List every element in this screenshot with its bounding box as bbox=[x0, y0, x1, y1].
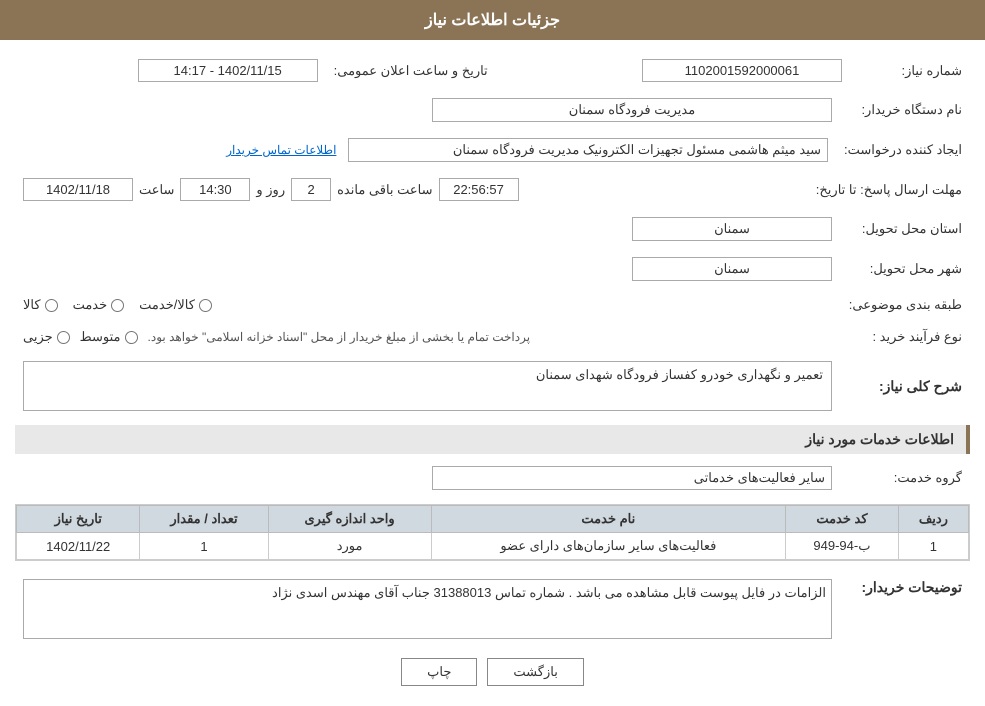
saat-label: ساعت bbox=[139, 182, 174, 198]
col-radif: ردیف bbox=[898, 506, 968, 533]
page-title: جزئیات اطلاعات نیاز bbox=[425, 12, 560, 29]
radio-motavasset[interactable]: متوسط bbox=[80, 329, 138, 345]
services-table: ردیف کد خدمت نام خدمت واحد اندازه گیری ت… bbox=[16, 505, 969, 560]
page-header: جزئیات اطلاعات نیاز bbox=[0, 0, 985, 40]
ostan-label: استان محل تحویل: bbox=[840, 213, 970, 245]
tarikh-elam-value: 1402/11/15 - 14:17 bbox=[138, 59, 318, 82]
khadamat-radio-label: خدمت bbox=[73, 297, 108, 313]
notice-text: پرداخت تمام یا بخشی از مبلغ خریدار از مح… bbox=[148, 330, 531, 344]
sharh-niaz-value: تعمیر و نگهداری خودرو کفساز فرودگاه شهدا… bbox=[536, 367, 823, 382]
baqi-value: 22:56:57 bbox=[439, 178, 519, 201]
kala-radio-label: کالا bbox=[23, 297, 41, 313]
radio-jozei[interactable]: جزیی bbox=[23, 329, 70, 345]
ijad-konande-value: سید میثم هاشمی مسئول تجهیزات الکترونیک م… bbox=[348, 138, 828, 162]
radio-kala[interactable]: کالا bbox=[23, 297, 58, 313]
col-tedad: تعداد / مقدار bbox=[140, 506, 268, 533]
navea-label: نوع فرآیند خرید : bbox=[840, 325, 970, 349]
shomara-niaz-label: شماره نیاز: bbox=[850, 55, 970, 86]
tarikh-value: 1402/11/18 bbox=[23, 178, 133, 201]
rooz-value: 2 bbox=[291, 178, 331, 201]
jozei-label: جزیی bbox=[23, 329, 53, 345]
gorohe-khadamat-label: گروه خدمت: bbox=[840, 462, 970, 494]
chap-button[interactable]: چاپ bbox=[401, 658, 477, 686]
tawzihat-value: الزامات در فایل پیوست قابل مشاهده می باش… bbox=[272, 585, 826, 600]
ijad-konande-link[interactable]: اطلاعات تماس خریدار bbox=[226, 143, 336, 157]
saat-value: 14:30 bbox=[180, 178, 250, 201]
col-tarikh: تاریخ نیاز bbox=[17, 506, 140, 533]
gorohe-khadamat-value: سایر فعالیت‌های خدماتی bbox=[432, 466, 832, 490]
tawzihat-box: الزامات در فایل پیوست قابل مشاهده می باش… bbox=[23, 579, 832, 639]
baqi-label: ساعت باقی مانده bbox=[337, 182, 432, 198]
col-kod: کد خدمت bbox=[786, 506, 899, 533]
tawzihat-label: توضیحات خریدار: bbox=[840, 571, 970, 643]
bazgasht-button[interactable]: بازگشت bbox=[487, 658, 583, 686]
shomara-niaz-value: 1102001592000061 bbox=[642, 59, 842, 82]
khadamat-section-title: اطلاعات خدمات مورد نیاز bbox=[15, 425, 970, 454]
radio-kala-khadamat[interactable]: کالا/خدمت bbox=[139, 297, 212, 313]
sharh-niaz-label: شرح کلی نیاز: bbox=[840, 357, 970, 415]
table-row: 1ب-94-949فعالیت‌های سایر سازمان‌های دارا… bbox=[17, 533, 969, 560]
tarikh-elam-label: تاریخ و ساعت اعلان عمومی: bbox=[326, 55, 508, 86]
radio-khadamat[interactable]: خدمت bbox=[73, 297, 125, 313]
shahr-label: شهر محل تحویل: bbox=[840, 253, 970, 285]
nam-dastgah-label: نام دستگاه خریدار: bbox=[840, 94, 970, 126]
rooz-label: روز و bbox=[256, 182, 285, 198]
ijad-konande-label: ایجاد کننده درخواست: bbox=[836, 134, 970, 166]
button-row: چاپ بازگشت bbox=[15, 658, 970, 686]
kala-khadamat-radio-label: کالا/خدمت bbox=[139, 297, 195, 313]
motavasset-label: متوسط bbox=[80, 329, 121, 345]
col-vahed: واحد اندازه گیری bbox=[268, 506, 431, 533]
tabaqe-label: طبقه بندی موضوعی: bbox=[840, 293, 970, 317]
col-nam: نام خدمت bbox=[431, 506, 785, 533]
mohlat-label: مهلت ارسال پاسخ: تا تاریخ: bbox=[808, 174, 970, 205]
shahr-value: سمنان bbox=[632, 257, 832, 281]
ostan-value: سمنان bbox=[632, 217, 832, 241]
services-table-container: ردیف کد خدمت نام خدمت واحد اندازه گیری ت… bbox=[15, 504, 970, 561]
nam-dastgah-value: مدیریت فرودگاه سمنان bbox=[432, 98, 832, 122]
sharh-niaz-box: تعمیر و نگهداری خودرو کفساز فرودگاه شهدا… bbox=[23, 361, 832, 411]
